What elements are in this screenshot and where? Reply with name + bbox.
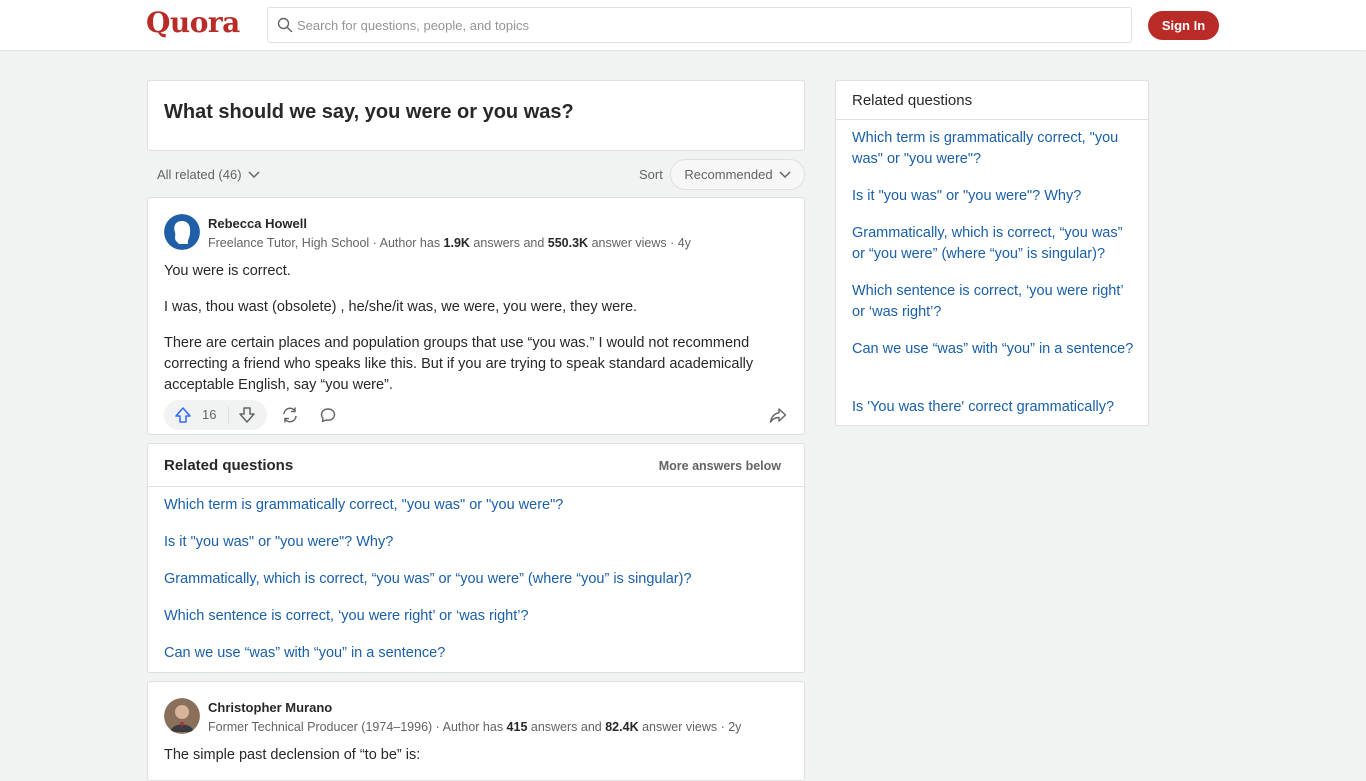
sidebar-related-questions: Related questions Which term is grammati… [835, 80, 1149, 426]
more-answers-below-link[interactable]: More answers below [659, 459, 781, 473]
avatar-photo-icon [164, 698, 200, 734]
answer-paragraph: The simple past declension of “to be” is… [164, 747, 421, 763]
share-icon[interactable] [769, 406, 787, 424]
chevron-down-icon [248, 170, 260, 178]
avatar[interactable] [164, 214, 200, 250]
answer-card: Rebecca Howell Freelance Tutor, High Sch… [147, 197, 805, 435]
sort-dropdown[interactable]: Recommended [670, 159, 805, 190]
sidebar-question-link[interactable]: Can we use “was” with “you” in a sentenc… [852, 339, 1137, 360]
answers-count: 415 [506, 720, 528, 734]
all-related-dropdown[interactable]: All related (46) [157, 167, 260, 182]
answer-paragraph: I was, thou wast (obsolete) , he/she/it … [164, 299, 638, 315]
views-count: 550.3K [547, 236, 589, 250]
sort-value: Recommended [684, 167, 773, 182]
related-question-link[interactable]: Is it "you was" or "you were"? Why? [164, 534, 393, 550]
search-placeholder: Search for questions, people, and topics [297, 18, 529, 33]
sidebar-question-link[interactable]: Which term is grammatically correct, "yo… [852, 128, 1137, 170]
sidebar-question-link[interactable]: Which sentence is correct, ‘you were rig… [852, 281, 1137, 323]
sidebar-question-link[interactable]: Grammatically, which is correct, “you wa… [852, 223, 1137, 265]
sort-label: Sort [639, 167, 663, 182]
top-header: Quora Search for questions, people, and … [0, 0, 1366, 50]
upvote-count: 16 [202, 407, 217, 422]
related-question-link[interactable]: Can we use “was” with “you” in a sentenc… [164, 645, 445, 661]
credential-text: Freelance Tutor, High School · Author ha… [208, 236, 444, 250]
vote-pill: 16 [164, 400, 267, 430]
author-credential: Former Technical Producer (1974–1996) · … [208, 720, 741, 734]
all-related-label: All related (46) [157, 167, 242, 182]
vote-divider [228, 406, 229, 424]
answers-count: 1.9K [443, 236, 470, 250]
share-reload-icon[interactable] [281, 406, 299, 424]
related-title: Related questions [164, 457, 294, 474]
sidebar-title: Related questions [852, 92, 973, 109]
credential-text: answers and [527, 720, 606, 734]
related-question-link[interactable]: Which term is grammatically correct, "yo… [164, 497, 563, 513]
sidebar-question-link[interactable]: Is 'You was there' correct grammatically… [852, 397, 1137, 418]
quora-logo[interactable]: Quora [146, 6, 240, 39]
search-input[interactable]: Search for questions, people, and topics [267, 7, 1132, 43]
related-questions-feed: Related questions More answers below Whi… [147, 443, 805, 673]
avatar[interactable] [164, 698, 200, 734]
credential-text: Former Technical Producer (1974–1996) · … [208, 720, 507, 734]
sidebar-question-link[interactable]: Is it "you was" or "you were"? Why? [852, 186, 1137, 207]
upvote-icon[interactable] [174, 406, 192, 424]
author-credential: Freelance Tutor, High School · Author ha… [208, 236, 691, 250]
related-question-link[interactable]: Grammatically, which is correct, “you wa… [164, 571, 692, 587]
views-count: 82.4K [605, 720, 639, 734]
answer-actions: 16 [164, 400, 789, 430]
question-card: What should we say, you were or you was? [147, 80, 805, 151]
sidebar-header: Related questions [836, 81, 1148, 120]
answer-paragraph: You were is correct. [164, 263, 291, 279]
credential-text: answers and [469, 236, 548, 250]
sign-in-button[interactable]: Sign In [1148, 11, 1219, 40]
credential-text: answer views · 2y [638, 720, 742, 734]
author-name[interactable]: Rebecca Howell [208, 216, 307, 231]
related-question-link[interactable]: Which sentence is correct, ‘you were rig… [164, 608, 529, 624]
avatar-silhouette-icon [164, 214, 200, 250]
comment-icon[interactable] [319, 406, 337, 424]
search-icon [277, 17, 293, 33]
question-title: What should we say, you were or you was? [164, 101, 574, 123]
answer-card: Christopher Murano Former Technical Prod… [147, 681, 805, 781]
chevron-down-icon [779, 170, 791, 178]
related-header: Related questions More answers below [148, 444, 804, 487]
credential-text: answer views · 4y [588, 236, 691, 250]
answer-paragraph: There are certain places and population … [164, 335, 754, 393]
author-name[interactable]: Christopher Murano [208, 700, 332, 715]
downvote-icon[interactable] [238, 406, 256, 424]
